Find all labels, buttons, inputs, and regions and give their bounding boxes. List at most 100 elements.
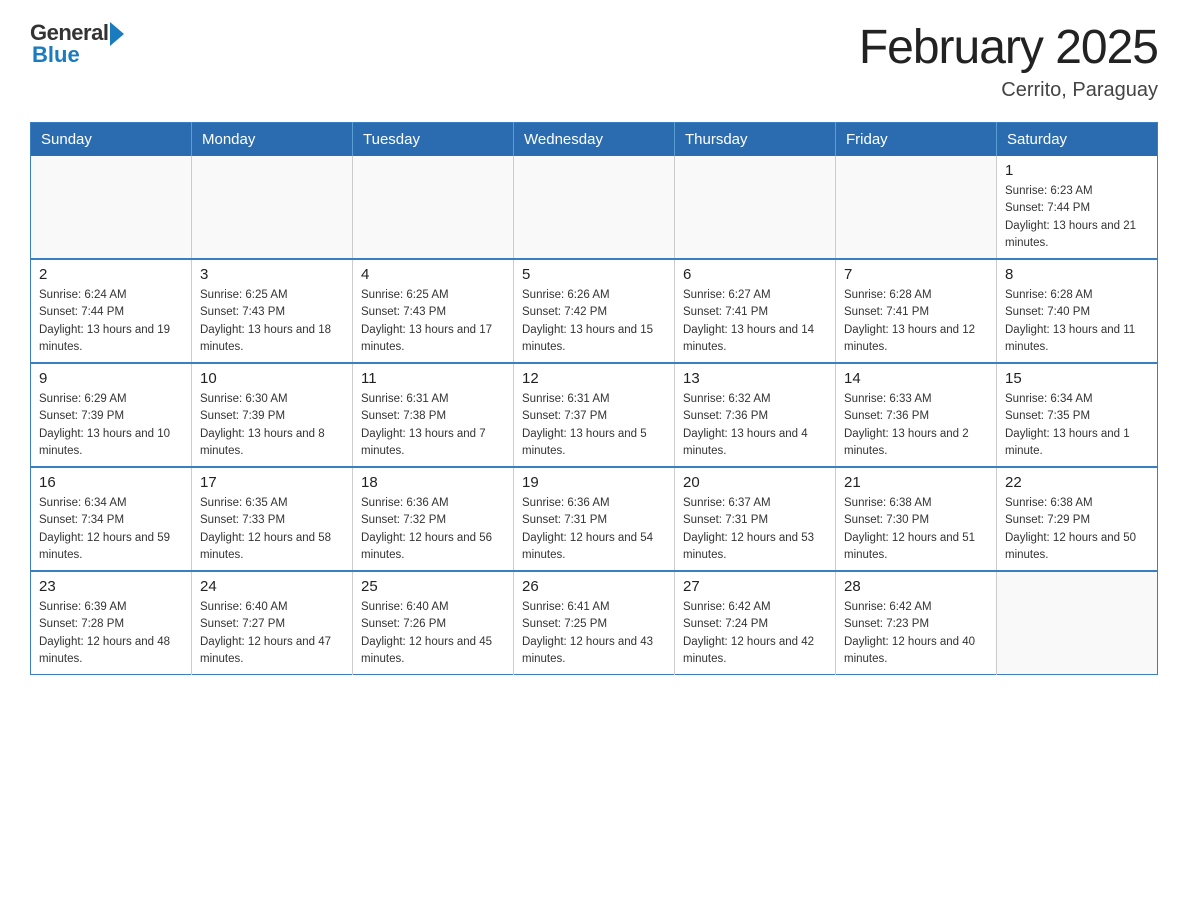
calendar-day-cell: 27 Sunrise: 6:42 AM Sunset: 7:24 PM Dayli…	[675, 571, 836, 675]
calendar-week-row: 2 Sunrise: 6:24 AM Sunset: 7:44 PM Daylig…	[31, 259, 1158, 363]
day-number: 14	[844, 370, 988, 387]
calendar-day-cell	[31, 156, 192, 259]
calendar-day-cell: 21 Sunrise: 6:38 AM Sunset: 7:30 PM Dayli…	[836, 467, 997, 571]
day-info: Sunrise: 6:32 AM Sunset: 7:36 PM Dayligh…	[683, 391, 827, 460]
calendar-day-cell: 24Sunrise: 6:40 AM Sunset: 7:27 PM Dayli…	[192, 571, 353, 675]
day-number: 26	[522, 578, 666, 595]
day-info: Sunrise: 6:30 AM Sunset: 7:39 PM Dayligh…	[200, 391, 344, 460]
calendar-day-cell: 26 Sunrise: 6:41 AM Sunset: 7:25 PM Dayli…	[514, 571, 675, 675]
day-number: 2	[39, 266, 183, 283]
calendar-week-row: 1 Sunrise: 6:23 AM Sunset: 7:44 PM Daylig…	[31, 156, 1158, 259]
calendar-week-row: 9 Sunrise: 6:29 AM Sunset: 7:39 PM Daylig…	[31, 363, 1158, 467]
calendar-day-cell: 28Sunrise: 6:42 AM Sunset: 7:23 PM Dayli…	[836, 571, 997, 675]
calendar-day-cell	[514, 156, 675, 259]
day-info: Sunrise: 6:27 AM Sunset: 7:41 PM Dayligh…	[683, 287, 827, 356]
calendar-title: February 2025	[859, 20, 1158, 75]
day-info: Sunrise: 6:38 AM Sunset: 7:29 PM Dayligh…	[1005, 495, 1149, 564]
calendar-day-cell	[675, 156, 836, 259]
col-sunday: Sunday	[31, 123, 192, 157]
day-number: 19	[522, 474, 666, 491]
day-info: Sunrise: 6:40 AM Sunset: 7:26 PM Dayligh…	[361, 599, 505, 668]
day-number: 24	[200, 578, 344, 595]
col-tuesday: Tuesday	[353, 123, 514, 157]
day-number: 16	[39, 474, 183, 491]
calendar-day-cell: 13 Sunrise: 6:32 AM Sunset: 7:36 PM Dayli…	[675, 363, 836, 467]
col-friday: Friday	[836, 123, 997, 157]
day-number: 7	[844, 266, 988, 283]
day-info: Sunrise: 6:42 AM Sunset: 7:24 PM Dayligh…	[683, 599, 827, 668]
day-number: 12	[522, 370, 666, 387]
calendar-day-cell: 1 Sunrise: 6:23 AM Sunset: 7:44 PM Daylig…	[997, 156, 1158, 259]
day-info: Sunrise: 6:37 AM Sunset: 7:31 PM Dayligh…	[683, 495, 827, 564]
day-info: Sunrise: 6:23 AM Sunset: 7:44 PM Dayligh…	[1005, 183, 1149, 252]
day-info: Sunrise: 6:41 AM Sunset: 7:25 PM Dayligh…	[522, 599, 666, 668]
day-info: Sunrise: 6:29 AM Sunset: 7:39 PM Dayligh…	[39, 391, 183, 460]
calendar-day-cell: 15Sunrise: 6:34 AM Sunset: 7:35 PM Dayli…	[997, 363, 1158, 467]
day-number: 5	[522, 266, 666, 283]
day-number: 6	[683, 266, 827, 283]
calendar-day-cell: 6 Sunrise: 6:27 AM Sunset: 7:41 PM Daylig…	[675, 259, 836, 363]
day-info: Sunrise: 6:35 AM Sunset: 7:33 PM Dayligh…	[200, 495, 344, 564]
day-info: Sunrise: 6:24 AM Sunset: 7:44 PM Dayligh…	[39, 287, 183, 356]
calendar-day-cell: 16Sunrise: 6:34 AM Sunset: 7:34 PM Dayli…	[31, 467, 192, 571]
calendar-day-cell: 10 Sunrise: 6:30 AM Sunset: 7:39 PM Dayli…	[192, 363, 353, 467]
calendar-day-cell	[836, 156, 997, 259]
day-info: Sunrise: 6:42 AM Sunset: 7:23 PM Dayligh…	[844, 599, 988, 668]
day-info: Sunrise: 6:36 AM Sunset: 7:31 PM Dayligh…	[522, 495, 666, 564]
calendar-day-cell: 22 Sunrise: 6:38 AM Sunset: 7:29 PM Dayli…	[997, 467, 1158, 571]
calendar-day-cell: 5 Sunrise: 6:26 AM Sunset: 7:42 PM Daylig…	[514, 259, 675, 363]
calendar-day-cell: 7 Sunrise: 6:28 AM Sunset: 7:41 PM Daylig…	[836, 259, 997, 363]
day-number: 10	[200, 370, 344, 387]
day-number: 9	[39, 370, 183, 387]
day-number: 4	[361, 266, 505, 283]
day-number: 15	[1005, 370, 1149, 387]
day-info: Sunrise: 6:33 AM Sunset: 7:36 PM Dayligh…	[844, 391, 988, 460]
calendar-subtitle: Cerrito, Paraguay	[859, 79, 1158, 102]
logo-blue-text: Blue	[32, 42, 80, 68]
day-info: Sunrise: 6:36 AM Sunset: 7:32 PM Dayligh…	[361, 495, 505, 564]
title-section: February 2025 Cerrito, Paraguay	[859, 20, 1158, 102]
day-info: Sunrise: 6:25 AM Sunset: 7:43 PM Dayligh…	[200, 287, 344, 356]
calendar-day-cell: 19 Sunrise: 6:36 AM Sunset: 7:31 PM Dayli…	[514, 467, 675, 571]
calendar-day-cell: 8 Sunrise: 6:28 AM Sunset: 7:40 PM Daylig…	[997, 259, 1158, 363]
day-info: Sunrise: 6:25 AM Sunset: 7:43 PM Dayligh…	[361, 287, 505, 356]
calendar-week-row: 16Sunrise: 6:34 AM Sunset: 7:34 PM Dayli…	[31, 467, 1158, 571]
day-number: 8	[1005, 266, 1149, 283]
calendar-day-cell	[192, 156, 353, 259]
day-info: Sunrise: 6:39 AM Sunset: 7:28 PM Dayligh…	[39, 599, 183, 668]
day-number: 21	[844, 474, 988, 491]
calendar-day-cell: 3 Sunrise: 6:25 AM Sunset: 7:43 PM Daylig…	[192, 259, 353, 363]
calendar-day-cell: 9 Sunrise: 6:29 AM Sunset: 7:39 PM Daylig…	[31, 363, 192, 467]
day-number: 13	[683, 370, 827, 387]
calendar-day-cell: 14 Sunrise: 6:33 AM Sunset: 7:36 PM Dayli…	[836, 363, 997, 467]
day-number: 20	[683, 474, 827, 491]
logo-arrow-icon	[110, 22, 124, 46]
day-number: 25	[361, 578, 505, 595]
calendar-day-cell: 17Sunrise: 6:35 AM Sunset: 7:33 PM Dayli…	[192, 467, 353, 571]
day-number: 22	[1005, 474, 1149, 491]
calendar-day-cell: 18 Sunrise: 6:36 AM Sunset: 7:32 PM Dayli…	[353, 467, 514, 571]
calendar-header-row: Sunday Monday Tuesday Wednesday Thursday…	[31, 123, 1158, 157]
page-header: General Blue February 2025 Cerrito, Para…	[30, 20, 1158, 102]
day-number: 18	[361, 474, 505, 491]
calendar-day-cell: 12 Sunrise: 6:31 AM Sunset: 7:37 PM Dayli…	[514, 363, 675, 467]
day-number: 27	[683, 578, 827, 595]
day-number: 23	[39, 578, 183, 595]
day-info: Sunrise: 6:28 AM Sunset: 7:41 PM Dayligh…	[844, 287, 988, 356]
calendar-day-cell: 11 Sunrise: 6:31 AM Sunset: 7:38 PM Dayli…	[353, 363, 514, 467]
day-info: Sunrise: 6:31 AM Sunset: 7:38 PM Dayligh…	[361, 391, 505, 460]
day-number: 11	[361, 370, 505, 387]
calendar-day-cell	[997, 571, 1158, 675]
calendar-day-cell: 2 Sunrise: 6:24 AM Sunset: 7:44 PM Daylig…	[31, 259, 192, 363]
day-number: 1	[1005, 162, 1149, 179]
calendar-day-cell	[353, 156, 514, 259]
day-info: Sunrise: 6:31 AM Sunset: 7:37 PM Dayligh…	[522, 391, 666, 460]
col-monday: Monday	[192, 123, 353, 157]
day-info: Sunrise: 6:26 AM Sunset: 7:42 PM Dayligh…	[522, 287, 666, 356]
calendar-week-row: 23 Sunrise: 6:39 AM Sunset: 7:28 PM Dayli…	[31, 571, 1158, 675]
day-info: Sunrise: 6:28 AM Sunset: 7:40 PM Dayligh…	[1005, 287, 1149, 356]
logo: General Blue	[30, 20, 124, 68]
day-info: Sunrise: 6:38 AM Sunset: 7:30 PM Dayligh…	[844, 495, 988, 564]
calendar-day-cell: 4 Sunrise: 6:25 AM Sunset: 7:43 PM Daylig…	[353, 259, 514, 363]
day-number: 3	[200, 266, 344, 283]
